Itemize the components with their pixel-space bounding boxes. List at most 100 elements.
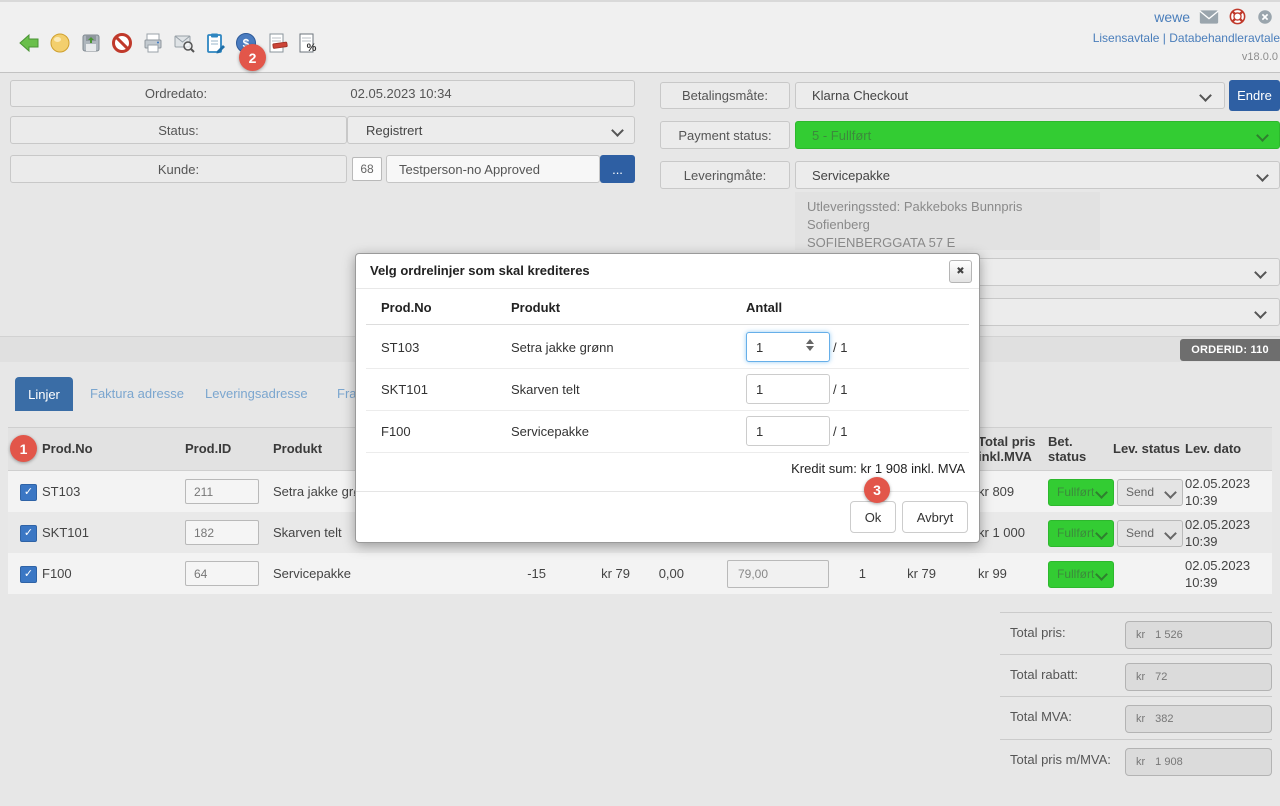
chevron-down-icon bbox=[1164, 486, 1177, 499]
modal-prodno: SKT101 bbox=[381, 382, 428, 397]
bet-status-select[interactable]: Fullført bbox=[1048, 520, 1114, 547]
notes-button[interactable] bbox=[202, 30, 228, 56]
status-ball-button[interactable] bbox=[47, 30, 73, 56]
betalingsmate-label-box: Betalingsmåte: bbox=[660, 82, 790, 109]
close-app-icon[interactable] bbox=[1256, 8, 1274, 26]
chevron-down-icon bbox=[1095, 486, 1108, 499]
user-area: wewe bbox=[1154, 7, 1274, 26]
bet-status-value: Fullført bbox=[1057, 567, 1095, 581]
lev-status-value: Send bbox=[1126, 526, 1164, 540]
search-mail-button[interactable] bbox=[171, 30, 197, 56]
link-separator: | bbox=[1163, 31, 1166, 45]
row-produkt: Servicepakke bbox=[273, 566, 351, 581]
lev-time: 10:39 bbox=[1185, 575, 1218, 590]
status-select[interactable]: Registrert bbox=[347, 116, 635, 144]
avbryt-button[interactable]: Avbryt bbox=[902, 501, 968, 533]
endre-button[interactable]: Endre bbox=[1229, 80, 1280, 111]
license-link[interactable]: Lisensavtale bbox=[1093, 31, 1160, 45]
kunde-browse-button[interactable]: ... bbox=[600, 155, 635, 183]
row-prodno: F100 bbox=[42, 566, 72, 581]
prodid-input[interactable] bbox=[185, 520, 259, 545]
total-rabatt-label: Total rabatt: bbox=[1010, 667, 1078, 682]
payment-status-label-box: Payment status: bbox=[660, 121, 790, 149]
spinner-buttons[interactable] bbox=[806, 339, 814, 351]
kunde-name-field[interactable]: Testperson-no Approved bbox=[386, 155, 600, 183]
tab-leveringsadresse[interactable]: Leveringsadresse bbox=[205, 386, 308, 401]
lev-date: 02.05.2023 bbox=[1185, 517, 1250, 532]
back-button[interactable] bbox=[16, 30, 42, 56]
print-button[interactable] bbox=[140, 30, 166, 56]
ok-button[interactable]: Ok bbox=[850, 501, 896, 533]
tab-linjer[interactable]: Linjer bbox=[15, 377, 73, 411]
chevron-down-icon bbox=[1199, 89, 1212, 102]
payment-status-select[interactable]: 5 - Fullført bbox=[795, 121, 1280, 149]
lev-status-value: Send bbox=[1126, 485, 1164, 499]
lev-time: 10:39 bbox=[1185, 493, 1218, 508]
dialog-close-button[interactable]: ✖ bbox=[949, 260, 972, 283]
currency: kr bbox=[1136, 713, 1145, 725]
total-mva-row: Total MVA: kr382 bbox=[1000, 696, 1272, 739]
modal-col-prodno: Prod.No bbox=[381, 300, 432, 315]
bet-status-select[interactable]: Fullført bbox=[1048, 479, 1114, 506]
annotation-step-1: 1 bbox=[10, 435, 37, 462]
save-icon bbox=[79, 31, 103, 55]
bet-status-select[interactable]: Fullført bbox=[1048, 561, 1114, 588]
prodid-input[interactable] bbox=[185, 479, 259, 504]
delivery-address-line: Utleveringssted: Pakkeboks Bunnpris Sofi… bbox=[807, 198, 1088, 234]
amount: 382 bbox=[1155, 713, 1173, 725]
row-sum: kr 79 bbox=[886, 566, 936, 581]
chevron-down-icon bbox=[1256, 129, 1269, 142]
mail-icon[interactable] bbox=[1199, 9, 1219, 25]
status-ball-icon bbox=[48, 31, 72, 55]
tab-frakt[interactable]: Fra bbox=[337, 386, 357, 401]
lev-date: 02.05.2023 bbox=[1185, 558, 1250, 573]
row-checkbox[interactable] bbox=[20, 484, 37, 501]
percent-document-icon: % bbox=[296, 31, 320, 55]
username[interactable]: wewe bbox=[1154, 9, 1190, 25]
dpa-link[interactable]: Databehandleravtale bbox=[1169, 31, 1280, 45]
credit-note-icon bbox=[265, 31, 289, 55]
credit-qty-input[interactable] bbox=[746, 332, 830, 362]
chevron-down-icon bbox=[1256, 169, 1269, 182]
qty-of-total: / 1 bbox=[833, 382, 847, 397]
delivery-address-line: SOFIENBERGGATA 57 E bbox=[807, 234, 1088, 252]
payment-status-label: Payment status: bbox=[678, 128, 771, 143]
discount-document-button[interactable]: % bbox=[295, 30, 321, 56]
lev-status-select[interactable]: Send bbox=[1117, 520, 1183, 547]
tab-faktura-adresse[interactable]: Faktura adresse bbox=[90, 386, 184, 401]
col-prodid: Prod.ID bbox=[185, 441, 231, 456]
row-produkt: Skarven telt bbox=[273, 525, 342, 540]
qty-of-total: / 1 bbox=[833, 424, 847, 439]
currency: kr bbox=[1136, 756, 1145, 768]
chevron-down-icon bbox=[1095, 527, 1108, 540]
ordredato-label: Ordredato: bbox=[11, 86, 341, 101]
row-totalpris: kr 1 000 bbox=[978, 525, 1025, 540]
status-value: Registrert bbox=[366, 123, 422, 138]
row-checkbox[interactable] bbox=[20, 566, 37, 583]
credit-note-button[interactable] bbox=[264, 30, 290, 56]
delivery-address-box: Utleveringssted: Pakkeboks Bunnpris Sofi… bbox=[795, 192, 1100, 250]
row-checkbox[interactable] bbox=[20, 525, 37, 542]
betalingsmate-select[interactable]: Klarna Checkout bbox=[795, 82, 1225, 109]
leveringmate-select[interactable]: Servicepakke bbox=[795, 161, 1280, 189]
annotation-step-3: 3 bbox=[864, 477, 890, 503]
lev-status-select[interactable]: Send bbox=[1117, 479, 1183, 506]
row-totalpris: kr 809 bbox=[978, 484, 1014, 499]
credit-qty-input[interactable] bbox=[746, 416, 830, 446]
leveringmate-value: Servicepakke bbox=[812, 168, 890, 183]
pris-m-rabatt-input[interactable] bbox=[727, 560, 829, 588]
annotation-step-2: 2 bbox=[239, 44, 266, 71]
credit-qty-input[interactable] bbox=[746, 374, 830, 404]
prodid-input[interactable] bbox=[185, 561, 259, 586]
total-pris-mva-row: Total pris m/MVA: kr1 908 bbox=[1000, 739, 1272, 782]
total-mva-value: kr 382 bbox=[1125, 705, 1272, 733]
total-pris-label: Total pris: bbox=[1010, 625, 1066, 640]
cancel-order-button[interactable] bbox=[109, 30, 135, 56]
total-rabatt-row: Total rabatt: kr72 bbox=[1000, 654, 1272, 697]
betalingsmate-label: Betalingsmåte: bbox=[682, 88, 768, 103]
help-lifebuoy-icon[interactable] bbox=[1228, 7, 1247, 26]
modal-row-f100: F100 Servicepakke / 1 bbox=[366, 410, 969, 453]
kunde-id-field[interactable]: 68 bbox=[352, 157, 382, 181]
save-button[interactable] bbox=[78, 30, 104, 56]
lev-dato-cell: 02.05.202310:39 bbox=[1185, 475, 1250, 509]
